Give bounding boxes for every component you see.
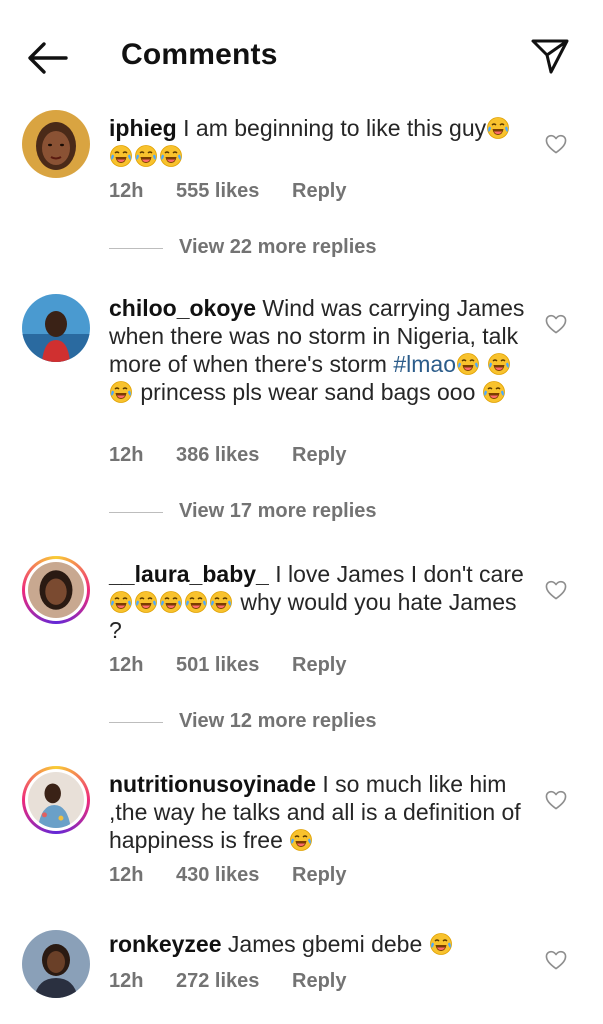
comment-meta: 12h 501 likes Reply — [109, 654, 346, 677]
heart-outline-icon[interactable] — [545, 314, 567, 334]
username[interactable]: ronkeyzee — [109, 931, 222, 957]
reply-button[interactable]: Reply — [292, 970, 346, 993]
paper-plane-icon[interactable] — [530, 36, 570, 76]
comment-meta: 12h 386 likes Reply — [109, 444, 346, 467]
page-title: Comments — [121, 38, 278, 71]
username[interactable]: nutritionusoyinade — [109, 771, 316, 797]
heart-outline-icon[interactable] — [545, 134, 567, 154]
arrow-left-icon[interactable] — [26, 40, 70, 76]
laughing-emoji — [109, 144, 133, 168]
likes-count[interactable]: 430 likes — [176, 864, 292, 887]
laughing-emoji — [209, 590, 233, 614]
comment-text: nutritionusoyinade I so much like him ,t… — [109, 770, 529, 854]
timestamp: 12h — [109, 970, 144, 992]
username[interactable]: __laura_baby_ — [109, 561, 269, 587]
comment-body: James gbemi debe — [227, 931, 423, 957]
laughing-emoji — [159, 590, 183, 614]
comment-text: ronkeyzee James gbemi debe — [109, 930, 529, 958]
laughing-emoji — [487, 352, 511, 376]
username[interactable]: chiloo_okoye — [109, 295, 256, 321]
laughing-emoji — [289, 828, 313, 852]
likes-count[interactable]: 555 likes — [176, 180, 292, 203]
timestamp: 12h — [109, 444, 144, 466]
laughing-emoji — [486, 116, 510, 140]
avatar[interactable] — [22, 766, 90, 834]
likes-count[interactable]: 386 likes — [176, 444, 292, 467]
comment-text: chiloo_okoye Wind was carrying James whe… — [109, 294, 529, 406]
avatar[interactable] — [22, 556, 90, 624]
timestamp: 12h — [109, 864, 144, 886]
laughing-emoji — [134, 144, 158, 168]
hashtag-link[interactable]: #lmao — [393, 351, 456, 377]
comment-meta: 12h 555 likes Reply — [109, 180, 346, 203]
top-bar: Comments — [0, 0, 603, 112]
laughing-emoji — [134, 590, 158, 614]
laughing-emoji — [482, 380, 506, 404]
heart-outline-icon[interactable] — [545, 790, 567, 810]
comment-body-2: princess pls wear sand bags ooo — [140, 379, 476, 405]
heart-outline-icon[interactable] — [545, 950, 567, 970]
avatar[interactable] — [22, 110, 90, 178]
reply-button[interactable]: Reply — [292, 864, 346, 887]
reply-button[interactable]: Reply — [292, 180, 346, 203]
laughing-emoji — [109, 380, 133, 404]
likes-count[interactable]: 272 likes — [176, 970, 292, 993]
avatar[interactable] — [22, 294, 90, 362]
comment-text: iphieg I am beginning to like this guy — [109, 114, 529, 170]
comment-body: I love James I don't care — [275, 561, 524, 587]
comment-meta: 12h 272 likes Reply — [109, 970, 346, 993]
timestamp: 12h — [109, 654, 144, 676]
reply-button[interactable]: Reply — [292, 444, 346, 467]
username[interactable]: iphieg — [109, 115, 177, 141]
comment-meta: 12h 430 likes Reply — [109, 864, 346, 887]
laughing-emoji — [184, 590, 208, 614]
avatar[interactable] — [22, 930, 90, 998]
laughing-emoji — [159, 144, 183, 168]
laughing-emoji — [429, 932, 453, 956]
heart-outline-icon[interactable] — [545, 580, 567, 600]
likes-count[interactable]: 501 likes — [176, 654, 292, 677]
comment-body: I am beginning to like this guy — [183, 115, 487, 141]
laughing-emoji — [109, 590, 133, 614]
comment-text: __laura_baby_ I love James I don't care … — [109, 560, 529, 644]
timestamp: 12h — [109, 180, 144, 202]
reply-button[interactable]: Reply — [292, 654, 346, 677]
laughing-emoji — [456, 352, 480, 376]
